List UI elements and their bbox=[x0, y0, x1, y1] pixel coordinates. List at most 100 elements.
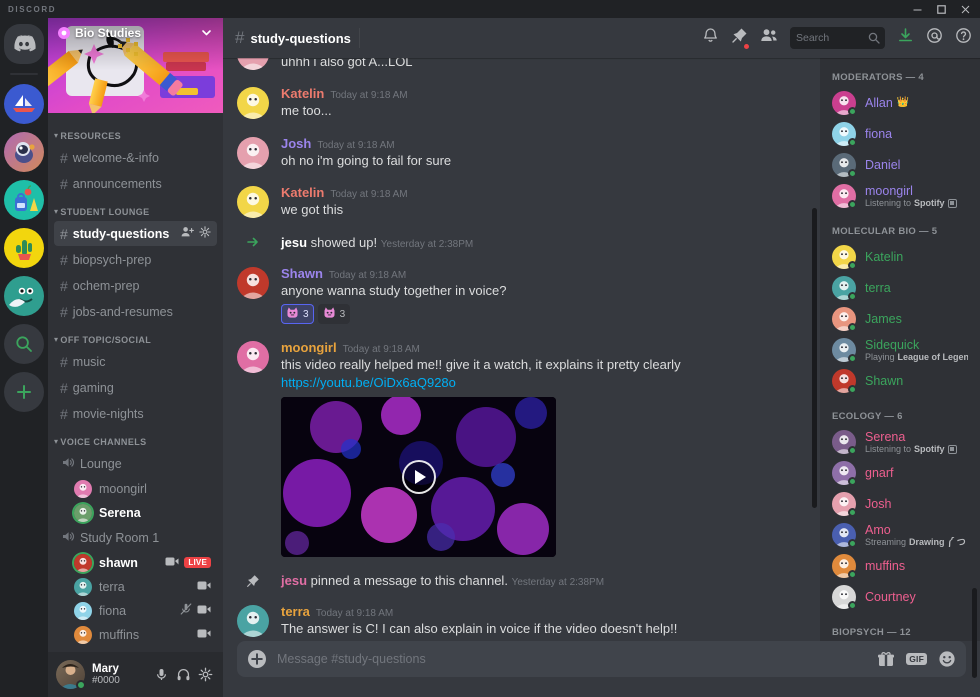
avatar[interactable] bbox=[237, 341, 269, 374]
sidebar-channel-gaming[interactable]: # gaming bbox=[54, 375, 217, 400]
message-author[interactable]: Josh bbox=[281, 136, 311, 152]
system-actor-name: jesu bbox=[281, 234, 308, 250]
add-server-button[interactable] bbox=[4, 372, 44, 412]
channel-category[interactable]: ▾ VOICE CHANNELS bbox=[48, 427, 223, 450]
member-list-icon[interactable] bbox=[760, 27, 778, 49]
member-gnarf[interactable]: gnarf bbox=[826, 458, 974, 488]
message-body: JoshToday at 9:18 AMuhhh i also got A...… bbox=[281, 58, 808, 70]
member-name-text: moongirl bbox=[865, 183, 913, 198]
notification-bell-icon[interactable] bbox=[702, 27, 719, 49]
sidebar-channel-ochem-prep[interactable]: # ochem-prep bbox=[54, 273, 217, 298]
voice-member-terra[interactable]: terra bbox=[68, 575, 217, 598]
avatar[interactable] bbox=[237, 186, 269, 219]
play-button-icon[interactable] bbox=[401, 460, 436, 495]
activity-badge-icon bbox=[947, 198, 957, 208]
discord-home-icon bbox=[4, 24, 44, 64]
avatar[interactable] bbox=[237, 58, 269, 70]
channel-list: ▾ RESOURCES # welcome-&-info # announcements ▾… bbox=[48, 113, 223, 652]
member-scrollbar[interactable] bbox=[972, 588, 977, 678]
member-josh[interactable]: Josh bbox=[826, 489, 974, 519]
message-list[interactable]: moongirlToday at 9:18 AM╲(；▽；)╱ help. ho… bbox=[223, 58, 820, 641]
server-icon-monster[interactable] bbox=[4, 276, 44, 316]
sidebar-voice-channel-study-room-1[interactable]: Study Room 1 bbox=[54, 525, 217, 550]
voice-member-Serena[interactable]: Serena bbox=[68, 501, 217, 524]
emoji-icon[interactable] bbox=[938, 650, 956, 668]
member-allan[interactable]: Allan 👑 bbox=[826, 88, 974, 118]
server-icon-cactus[interactable] bbox=[4, 228, 44, 268]
voice-member-fiona[interactable]: fiona bbox=[68, 599, 217, 622]
channel-category[interactable]: ▾ OFF TOPIC/SOCIAL bbox=[48, 325, 223, 348]
server-icon-astronaut[interactable] bbox=[4, 132, 44, 172]
voice-member-muffins[interactable]: muffins bbox=[68, 623, 217, 646]
inbox-icon[interactable] bbox=[897, 27, 914, 49]
member-sidequick[interactable]: SidequickPlaying League of Legends bbox=[826, 335, 974, 365]
member-courtney[interactable]: Courtney bbox=[826, 582, 974, 612]
voice-member-shawn[interactable]: shawn LIVE bbox=[68, 551, 217, 574]
settings-gear-icon[interactable] bbox=[199, 226, 211, 241]
search-input[interactable]: Search bbox=[790, 27, 885, 49]
add-attachment-icon[interactable] bbox=[247, 649, 267, 669]
add-member-icon[interactable] bbox=[181, 226, 194, 241]
gif-button[interactable]: GIF bbox=[906, 653, 927, 665]
sidebar-voice-channel-study-room-2[interactable]: Study Room 2 bbox=[54, 647, 217, 652]
server-icon-sailboat[interactable] bbox=[4, 84, 44, 124]
sidebar-channel-biopsych-prep[interactable]: # biopsych-prep bbox=[54, 247, 217, 272]
gift-icon[interactable] bbox=[877, 650, 895, 668]
sidebar-channel-movie-nights[interactable]: # movie-nights bbox=[54, 401, 217, 426]
message-author[interactable]: terra bbox=[281, 604, 310, 620]
member-amo[interactable]: AmoStreaming Drawing ༼ つ ◕_◕ ༽つ bbox=[826, 520, 974, 550]
avatar[interactable] bbox=[237, 136, 269, 169]
explore-servers-button[interactable] bbox=[4, 324, 44, 364]
member-muffins[interactable]: muffins bbox=[826, 551, 974, 581]
sidebar-channel-welcome-&-info[interactable]: # welcome-&-info bbox=[54, 145, 217, 170]
member-moongirl[interactable]: moongirl Listening to Spotify bbox=[826, 181, 974, 211]
sidebar-channel-jobs-and-resumes[interactable]: # jobs-and-resumes bbox=[54, 299, 217, 324]
avatar bbox=[832, 153, 857, 178]
member-serena[interactable]: Serena Listening to Spotify bbox=[826, 427, 974, 457]
message-author[interactable]: Katelin bbox=[281, 185, 324, 201]
server-header-banner[interactable]: Bio Studies bbox=[48, 18, 223, 113]
sidebar-voice-channel-lounge[interactable]: Lounge bbox=[54, 451, 217, 476]
avatar[interactable] bbox=[56, 660, 86, 690]
message-link[interactable]: https://youtu.be/OiDx6aQ928o bbox=[281, 375, 456, 390]
message-input[interactable]: Message #study-questions GIF bbox=[237, 641, 966, 677]
sidebar-channel-study-questions[interactable]: # study-questions bbox=[54, 221, 217, 246]
close-button[interactable] bbox=[954, 1, 976, 17]
member-list[interactable]: MODERATORS — 4 Allan 👑 fiona Daniel moongirl L… bbox=[820, 58, 980, 641]
chevron-down-icon[interactable] bbox=[200, 26, 213, 39]
message-author[interactable]: Shawn bbox=[281, 266, 323, 282]
message-scrollbar[interactable] bbox=[812, 208, 817, 508]
mentions-icon[interactable] bbox=[926, 27, 943, 49]
member-terra[interactable]: terra bbox=[826, 273, 974, 303]
member-james[interactable]: James bbox=[826, 304, 974, 334]
user-settings-gear-icon[interactable] bbox=[195, 665, 215, 685]
member-shawn[interactable]: Shawn bbox=[826, 366, 974, 396]
minimize-button[interactable] bbox=[906, 1, 928, 17]
server-icon-backpack[interactable] bbox=[4, 180, 44, 220]
video-embed[interactable] bbox=[281, 397, 556, 558]
headphones-icon[interactable] bbox=[173, 665, 193, 685]
reaction-pill[interactable]: 3 bbox=[317, 304, 351, 325]
microphone-icon[interactable] bbox=[151, 665, 171, 685]
home-button[interactable] bbox=[4, 24, 44, 64]
status-indicator-online bbox=[848, 323, 857, 332]
message-author[interactable]: Katelin bbox=[281, 86, 324, 102]
pinned-messages-icon[interactable] bbox=[731, 27, 750, 50]
member-katelin[interactable]: Katelin bbox=[826, 242, 974, 272]
reaction-pill[interactable]: 3 bbox=[281, 304, 314, 325]
member-fiona[interactable]: fiona bbox=[826, 119, 974, 149]
avatar[interactable] bbox=[237, 266, 269, 299]
sidebar-channel-music[interactable]: # music bbox=[54, 349, 217, 374]
maximize-button[interactable] bbox=[930, 1, 952, 17]
voice-member-moongirl[interactable]: moongirl bbox=[68, 477, 217, 500]
member-daniel[interactable]: Daniel bbox=[826, 150, 974, 180]
message-author[interactable]: moongirl bbox=[281, 340, 337, 356]
help-icon[interactable] bbox=[955, 27, 972, 49]
activity-prefix: Playing bbox=[865, 352, 895, 363]
sidebar-channel-announcements[interactable]: # announcements bbox=[54, 171, 217, 196]
avatar[interactable] bbox=[237, 87, 269, 120]
video-icon bbox=[197, 604, 211, 618]
avatar[interactable] bbox=[237, 605, 269, 638]
channel-category[interactable]: ▾ RESOURCES bbox=[48, 121, 223, 144]
channel-category[interactable]: ▾ STUDENT LOUNGE bbox=[48, 197, 223, 220]
